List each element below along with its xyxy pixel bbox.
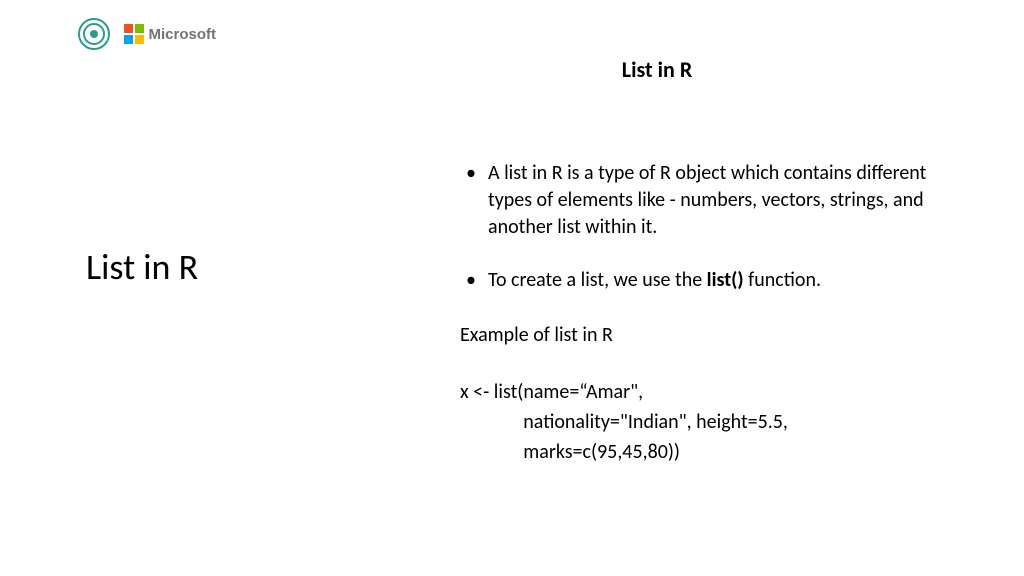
bullet-text: A list in R is a type of R object which … [488, 161, 926, 239]
bullet-list: A list in R is a type of R object which … [460, 160, 960, 294]
slide-heading-left: List in R [86, 245, 198, 289]
microsoft-logo: Microsoft [124, 24, 216, 44]
code-line: x <- list(name=“Amar", [460, 380, 643, 404]
microsoft-squares-icon [124, 24, 144, 44]
bullet-item: To create a list, we use the list() func… [460, 267, 960, 294]
example-heading: Example of list in R [460, 320, 960, 351]
microsoft-text: Microsoft [149, 26, 217, 43]
code-line: nationality="Indian", height=5.5, [460, 410, 788, 434]
bullet-text-post: function. [744, 268, 821, 292]
content-area: A list in R is a type of R object which … [460, 160, 960, 467]
code-block: x <- list(name=“Amar", nationality="Indi… [460, 377, 960, 467]
slide-title-top: List in R [0, 56, 1024, 83]
code-line: marks=c(95,45,80)) [460, 440, 680, 464]
institution-emblem-icon [78, 18, 110, 50]
bullet-item: A list in R is a type of R object which … [460, 160, 960, 241]
bullet-text-bold: list() [707, 268, 744, 292]
header-logos: Microsoft [78, 18, 216, 50]
bullet-text-pre: To create a list, we use the [488, 268, 707, 292]
